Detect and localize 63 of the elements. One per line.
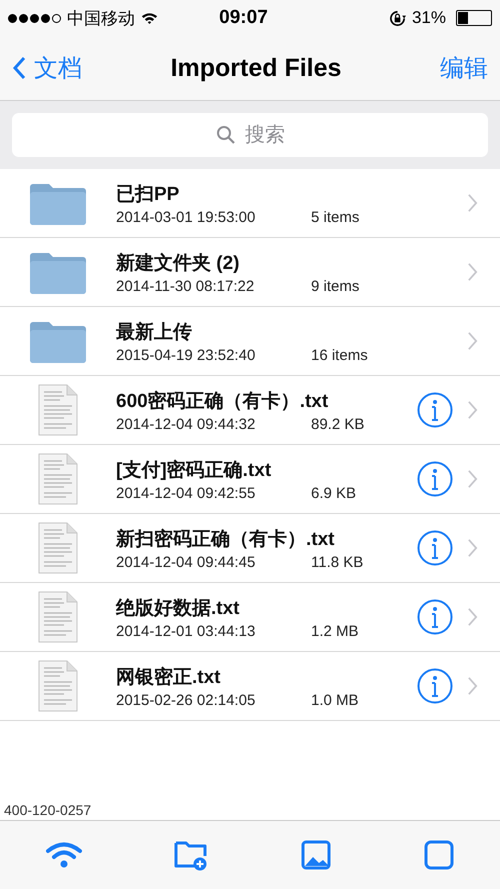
info-icon[interactable] (417, 599, 453, 635)
document-icon (37, 659, 79, 713)
folder-icon (28, 181, 88, 225)
file-size: 5 items (311, 208, 360, 226)
file-size: 1.2 MB (311, 622, 359, 640)
file-size: 11.8 KB (311, 554, 364, 570)
battery-icon (456, 10, 492, 26)
rotation-lock-icon (388, 10, 406, 26)
file-date: 2014-11-30 08:17:22 (116, 278, 256, 294)
folder-icon (28, 250, 88, 294)
folder-icon (28, 319, 88, 363)
document-icon (37, 383, 79, 437)
file-date: 2014-12-04 09:42:55 (116, 484, 256, 502)
nav-title: Imported Files (170, 54, 342, 82)
file-date: 2014-03-01 19:53:00 (116, 208, 256, 226)
wifi-icon (141, 12, 158, 24)
file-size: 6.9 KB (311, 484, 356, 502)
file-date: 2014-12-01 03:44:13 (116, 622, 256, 640)
signal-icon (8, 14, 61, 22)
search-icon (216, 125, 236, 145)
wifi-icon[interactable] (46, 841, 82, 869)
file-name: 新建文件夹 (2) (116, 252, 240, 276)
info-icon[interactable] (417, 668, 453, 704)
file-name: 网银密正.txt (116, 666, 222, 690)
info-icon[interactable] (417, 461, 453, 497)
carrier-name: 中国移动 (67, 8, 135, 30)
add-folder-icon[interactable] (172, 839, 208, 871)
file-name: 最新上传 (116, 320, 193, 344)
document-icon (37, 452, 79, 506)
back-button[interactable]: 文档 (12, 52, 82, 84)
file-date: 2014-12-04 09:44:45 (116, 554, 256, 570)
file-date: 2014-12-04 09:44:32 (116, 416, 256, 432)
edit-button[interactable]: 编辑 (440, 52, 488, 84)
file-name: 已扫PP (116, 182, 180, 206)
file-size: 89.2 KB (311, 416, 364, 432)
chevron-icon (467, 331, 478, 351)
file-name: [支付]密码正确.txt (116, 458, 272, 482)
chevron-icon (467, 538, 478, 558)
chevron-icon (467, 607, 478, 627)
chevron-icon (467, 469, 478, 489)
chevron-icon (467, 400, 478, 420)
file-name: 600密码正确（有卡）.txt (116, 390, 330, 414)
chevron-icon (467, 193, 478, 213)
file-name: 绝版好数据.txt (116, 596, 240, 620)
file-size: 1.0 MB (311, 692, 359, 708)
chevron-icon (467, 676, 478, 696)
file-size: 16 items (311, 346, 368, 364)
back-chevron-icon (12, 56, 26, 80)
file-size: 9 items (311, 278, 360, 294)
info-icon[interactable] (417, 530, 453, 566)
square-icon[interactable] (422, 839, 454, 871)
phone-number: 400-120-0257 (4, 802, 92, 818)
file-date: 2015-02-26 02:14:05 (116, 692, 256, 708)
file-date: 2015-04-19 23:52:40 (116, 346, 256, 364)
document-icon (37, 590, 79, 644)
document-icon (37, 521, 79, 575)
status-time: 09:07 (218, 7, 269, 29)
chevron-icon (467, 262, 478, 282)
battery-percent: 31% (412, 8, 446, 28)
search-field[interactable]: 搜索 (12, 113, 488, 157)
file-name: 新扫密码正确（有卡）.txt (116, 528, 336, 552)
image-icon[interactable] (300, 839, 332, 871)
info-icon[interactable] (417, 392, 453, 428)
